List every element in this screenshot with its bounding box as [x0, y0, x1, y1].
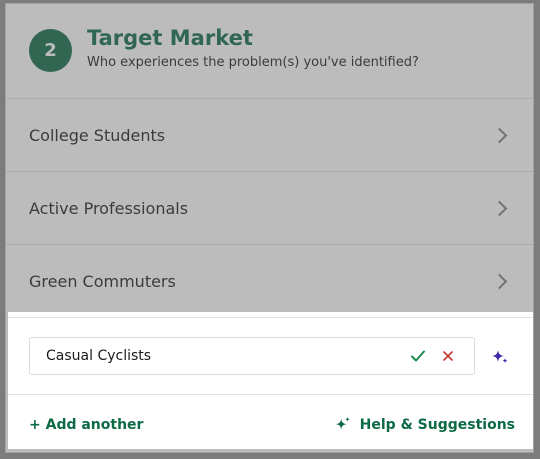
dim-overlay-top — [0, 0, 540, 312]
edit-field-container — [29, 337, 475, 375]
close-icon[interactable] — [439, 347, 457, 365]
add-another-button[interactable]: + Add another — [29, 417, 143, 433]
card-footer: + Add another Help & Suggestions — [6, 395, 533, 452]
target-market-input[interactable] — [30, 347, 409, 365]
help-suggestions-label: Help & Suggestions — [359, 417, 515, 433]
sparkle-icon[interactable] — [490, 347, 510, 367]
dim-overlay-bottom — [0, 449, 540, 459]
edit-row — [6, 318, 533, 395]
help-suggestions-button[interactable]: Help & Suggestions — [334, 416, 515, 434]
dim-overlay-right — [533, 312, 540, 449]
dim-overlay-left — [0, 312, 8, 449]
check-icon[interactable] — [409, 347, 427, 365]
sparkle-icon — [335, 416, 350, 430]
